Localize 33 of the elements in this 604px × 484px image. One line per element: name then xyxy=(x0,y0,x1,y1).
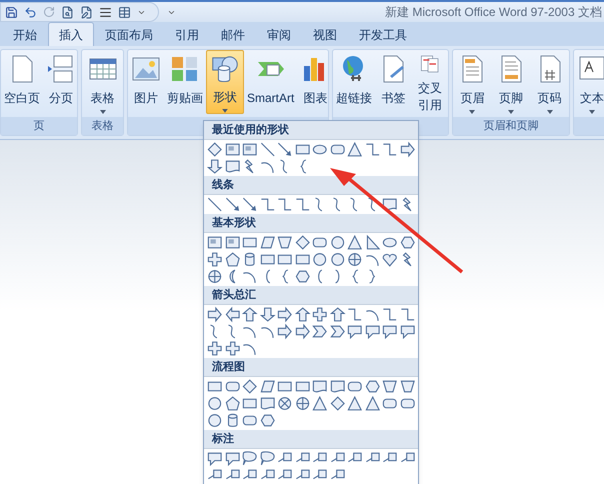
ribbon-button[interactable]: 图片 xyxy=(128,50,164,114)
ribbon-tab[interactable]: 开发工具 xyxy=(348,24,418,46)
ribbon-tab[interactable]: 引用 xyxy=(164,24,210,46)
section-header: 线条 xyxy=(204,176,418,195)
ribbon-button[interactable]: SmartArt xyxy=(244,50,298,114)
ribbon-tab[interactable]: 开始 xyxy=(2,24,48,46)
group-label: 页眉和页脚 xyxy=(484,118,538,134)
group-label: 页 xyxy=(34,118,44,134)
ribbon-button[interactable]: 交叉 引用 xyxy=(412,50,448,114)
window-title: 新建 Microsoft Office Word 97-2003 文档 xyxy=(385,4,603,21)
ribbon-button[interactable]: 页码 xyxy=(532,50,568,114)
ribbon-button[interactable]: 剪贴画 xyxy=(164,50,206,114)
ribbon-button[interactable]: 页脚 xyxy=(492,50,529,114)
ribbon-tab[interactable]: 插入 xyxy=(48,22,94,46)
group-label: 表格 xyxy=(92,118,114,134)
ribbon-tab[interactable]: 视图 xyxy=(302,24,348,46)
section-header: 最近使用的形状 xyxy=(204,121,418,140)
ribbon-tab[interactable]: 页面布局 xyxy=(94,24,164,46)
ribbon-tab[interactable]: 邮件 xyxy=(210,24,256,46)
section-header: 箭头总汇 xyxy=(204,286,418,305)
ribbon-button[interactable]: 图表 xyxy=(297,50,334,114)
ribbon-button[interactable]: 空白页 xyxy=(1,50,43,114)
ribbon-button[interactable]: 文本 xyxy=(574,50,604,114)
section-header: 基本形状 xyxy=(204,214,418,233)
ribbon-button[interactable]: 超链接 xyxy=(333,50,376,114)
section-header: 流程图 xyxy=(204,358,418,377)
ribbon-button[interactable]: 分页 xyxy=(43,50,79,114)
section-header: 标注 xyxy=(204,430,418,449)
ribbon-button[interactable]: 书签 xyxy=(375,50,412,114)
ribbon-button[interactable]: 形状 xyxy=(206,50,244,114)
ribbon-button[interactable]: 表格 xyxy=(84,50,120,114)
ribbon-tab[interactable]: 审阅 xyxy=(256,24,302,46)
ribbon-button[interactable]: 页眉 xyxy=(454,50,490,114)
